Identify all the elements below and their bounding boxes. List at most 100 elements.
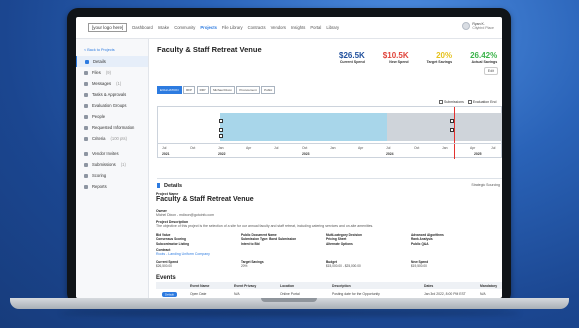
nav-community[interactable]: Community [174, 25, 195, 30]
sidebar-item-requested-information[interactable]: Requested Information [76, 122, 148, 133]
stat-value: $10.5K [382, 51, 409, 60]
column-header[interactable]: Mandatory [480, 284, 497, 288]
contract-field: Contract Roots - Landing Uniform Company [156, 248, 210, 256]
checkbox-icon [467, 100, 472, 105]
nav-portal[interactable]: Portal [310, 25, 321, 30]
project-name-value: Faculty & Staff Retreat Venue [156, 196, 254, 203]
column-header[interactable]: Event Name [190, 284, 234, 288]
sidebar-item-submissions[interactable]: Submissions (1) [76, 159, 148, 170]
timeline-marker[interactable] [219, 128, 223, 132]
strategic-sourcing-label: Strategic Sourcing [471, 183, 500, 187]
stat-label: Target Savings [426, 60, 453, 64]
event-name: Open Date [190, 292, 207, 296]
stat-new-spend: $10.5K New Spend [383, 51, 409, 64]
timeline-marker[interactable] [219, 119, 223, 123]
table-row[interactable]: Default Open Date N/A Online Portal Post… [156, 290, 502, 298]
sidebar-item-scoring[interactable]: Scoring [76, 170, 148, 181]
sidebar-item-label: Details [93, 59, 106, 64]
year-label: 2022 [218, 152, 226, 156]
nav-file-library[interactable]: File Library [222, 25, 243, 30]
column-header[interactable]: Dates [424, 284, 480, 288]
sidebar-item-label: Submissions [92, 162, 116, 167]
attribute: Intent to Bid [241, 241, 260, 246]
laptop-notch [261, 298, 317, 302]
sidebar-item-reports[interactable]: Reports [76, 181, 148, 192]
sidebar-item-people[interactable]: People [76, 111, 148, 122]
laptop: [your logo here] Dashboard Intake Commun… [67, 8, 511, 304]
owner-value: Michel Dixon - mdixon@gotoinfo.com [156, 213, 215, 217]
invite-icon [84, 151, 88, 156]
column-header[interactable]: Description [332, 284, 424, 288]
sidebar-item-evaluation-groups[interactable]: Evaluation Groups [76, 100, 148, 111]
back-to-projects-link[interactable]: < Back to Projects [76, 39, 148, 56]
sidebar-item-count: (1) [116, 81, 122, 86]
info-icon [157, 183, 160, 188]
details-attribute-grid: Bid Value Public Document Name Multi-cat… [156, 233, 501, 246]
field-value: $15,000.00 - $25,000.00 [326, 264, 361, 269]
tag: Michael Dixon [210, 86, 235, 94]
timeline-marker[interactable] [219, 134, 223, 138]
timeline-axis: Jul Oct Jan Apr Jul Oct Jan Apr Jul Oct … [158, 143, 502, 159]
checklist-icon [84, 92, 88, 97]
spend-details-grid: Current Spend Target Savings Budget New … [156, 260, 501, 269]
sidebar-item-files[interactable]: Files (9) [76, 67, 148, 78]
sidebar-item-tasks[interactable]: Tasks & Approvals [76, 89, 148, 100]
contract-link[interactable]: Roots - Landing Uniform Company [156, 252, 210, 256]
nav-contracts[interactable]: Contracts [248, 25, 266, 30]
project-tags: EVALUATION RFP RFP Michael Dixon Procure… [157, 86, 276, 94]
field-value: $26,500.00 [156, 264, 172, 269]
user-org: Citybird Place [472, 26, 494, 30]
column-header[interactable]: Event Privacy [234, 284, 280, 288]
nav-projects[interactable]: Projects [200, 25, 217, 30]
stat-actual-savings: 26.42% Actual Savings [470, 51, 497, 64]
event-privacy: N/A [234, 292, 240, 296]
nav-vendors[interactable]: Vendors [271, 25, 286, 30]
paperclip-icon [84, 70, 88, 75]
field-value: 20% [241, 264, 248, 269]
legend-submissions[interactable]: Submissions [439, 100, 464, 105]
month-label: Jul [274, 146, 279, 150]
nav-library[interactable]: Library [326, 25, 339, 30]
envelope-icon [84, 81, 88, 86]
description-field: Project Description The objective of thi… [156, 220, 373, 228]
user-menu[interactable]: Ryan K. Citybird Place [462, 22, 494, 30]
laptop-shadow [60, 310, 520, 316]
sidebar-item-details[interactable]: Details [76, 56, 148, 67]
sidebar-item-label: Reports [92, 184, 107, 189]
nav-dashboard[interactable]: Dashboard [132, 25, 153, 30]
event-type-badge: Default [162, 291, 177, 297]
sidebar-item-label: Tasks & Approvals [92, 92, 127, 97]
month-label: Jul [162, 146, 167, 150]
month-label: Apr [470, 146, 476, 150]
tag: Public [261, 86, 276, 94]
project-timeline[interactable]: Jul Oct Jan Apr Jul Oct Jan Apr Jul Oct … [157, 106, 502, 159]
year-label: 2024 [386, 152, 394, 156]
stat-label: Current Spend [339, 60, 365, 64]
events-table-header: Event Name Event Privacy Location Descri… [156, 282, 502, 289]
stat-current-spend: $26.5K Current Spend [339, 51, 365, 64]
edit-button[interactable]: Edit [483, 67, 498, 75]
nav-intake[interactable]: Intake [158, 25, 169, 30]
legend-evaluation-end[interactable]: Evaluation End [467, 100, 496, 105]
people-icon [84, 114, 88, 119]
spend-stats: $26.5K Current Spend $10.5K New Spend 20% T… [339, 51, 497, 64]
event-mandatory: N/A [480, 292, 486, 296]
stat-target-savings: 20% Target Savings [427, 51, 453, 64]
nav-insights[interactable]: Insights [291, 25, 305, 30]
sidebar-item-messages[interactable]: Messages (1) [76, 78, 148, 89]
timeline-future-bar [387, 113, 502, 141]
column-header[interactable]: Location [280, 284, 332, 288]
project-name-field: Project Name Faculty & Staff Retreat Ven… [156, 192, 254, 203]
month-label: Oct [190, 146, 196, 150]
sidebar-item-label: People [92, 114, 106, 119]
tag: RFP [183, 86, 196, 94]
sidebar-item-vendor-invites[interactable]: Vendor Invites [76, 148, 148, 159]
sidebar-item-criteria[interactable]: Criteria (100 pts) [76, 133, 148, 144]
month-label: Jul [491, 146, 496, 150]
month-label: Apr [358, 146, 364, 150]
stat-label: New Spend [389, 60, 409, 64]
logo[interactable]: [your logo here] [88, 23, 128, 32]
details-section-header: Details Strategic Sourcing [157, 178, 502, 192]
month-label: Jan [330, 146, 336, 150]
events-heading: Events [156, 275, 176, 281]
